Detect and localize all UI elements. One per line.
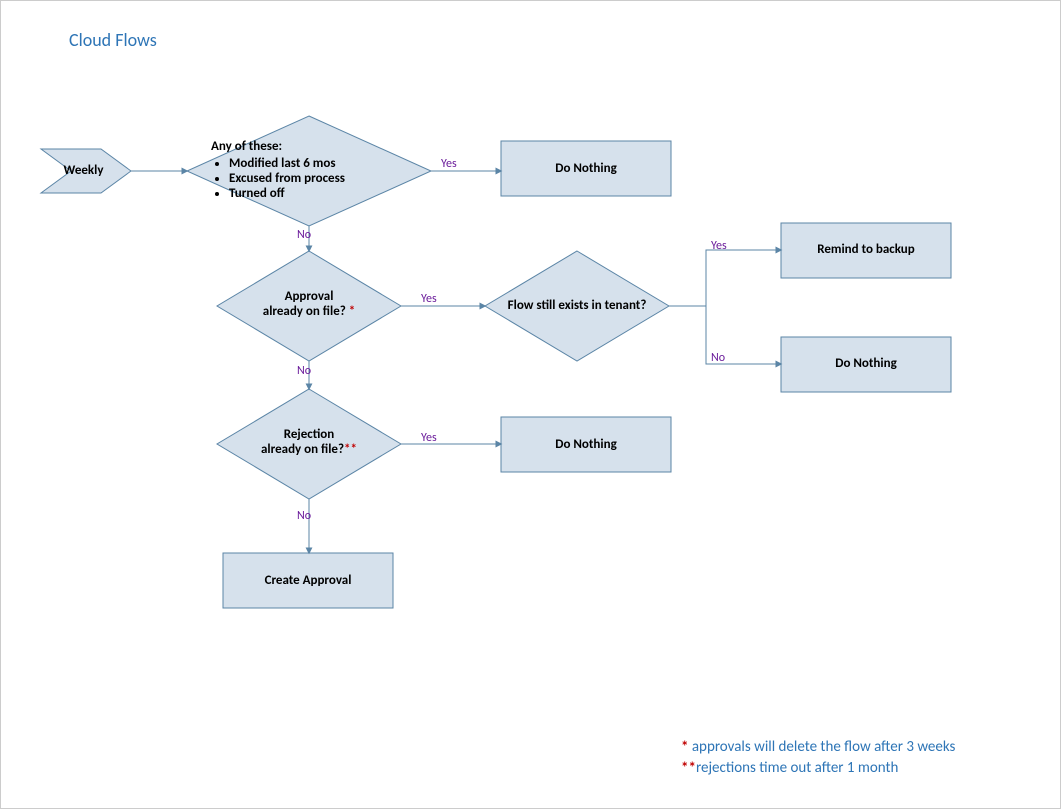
decision-approval-on-file: Approval already on file? * [229,289,389,319]
process-remind-backup: Remind to backup [781,242,951,257]
page-title: Cloud Flows [69,29,157,51]
d1-bullet-3: Turned off [229,186,411,201]
d1-bullet-1: Modified last 6 mos [229,156,411,171]
d2-line2: already on file? [263,304,349,319]
decision-any-of-these: Any of these: Modified last 6 mos Excuse… [211,139,411,201]
d4-star: ** [344,442,357,457]
flow-svg [1,1,1061,810]
footnote-1-star: * [681,738,692,756]
start-label: Weekly [56,163,111,178]
d2-star: * [349,304,355,319]
footnote-1: * approvals will delete the flow after 3… [681,738,955,756]
decision-rejection-on-file: Rejection already on file?** [229,427,389,457]
edge-d2-no: No [297,364,311,378]
d4-line2: already on file? [261,442,344,457]
d1-title: Any of these: [211,139,411,154]
edge-d3-yes: Yes [711,239,727,253]
edge-d1-yes: Yes [441,157,457,171]
edge-d4-no: No [297,509,311,523]
process-do-nothing-3: Do Nothing [501,437,671,452]
diagram-frame: Cloud Flows [0,0,1061,809]
edge-d3-no: No [711,351,725,365]
process-do-nothing-2: Do Nothing [781,356,951,371]
d1-bullet-2: Excused from process [229,171,411,186]
decision-flow-exists: Flow still exists in tenant? [497,298,657,313]
process-do-nothing-1: Do Nothing [501,161,671,176]
edge-d2-yes: Yes [421,292,437,306]
d4-line1: Rejection [284,427,335,442]
d2-line1: Approval [285,289,334,304]
process-create-approval: Create Approval [223,573,393,588]
footnote-2-star: ** [681,759,696,777]
edge-d4-yes: Yes [421,431,437,445]
edge-d1-no: No [297,228,311,242]
footnote-1-text: approvals will delete the flow after 3 w… [692,738,956,756]
footnote-2-text: rejections time out after 1 month [696,759,899,777]
footnote-2: **rejections time out after 1 month [681,759,898,777]
